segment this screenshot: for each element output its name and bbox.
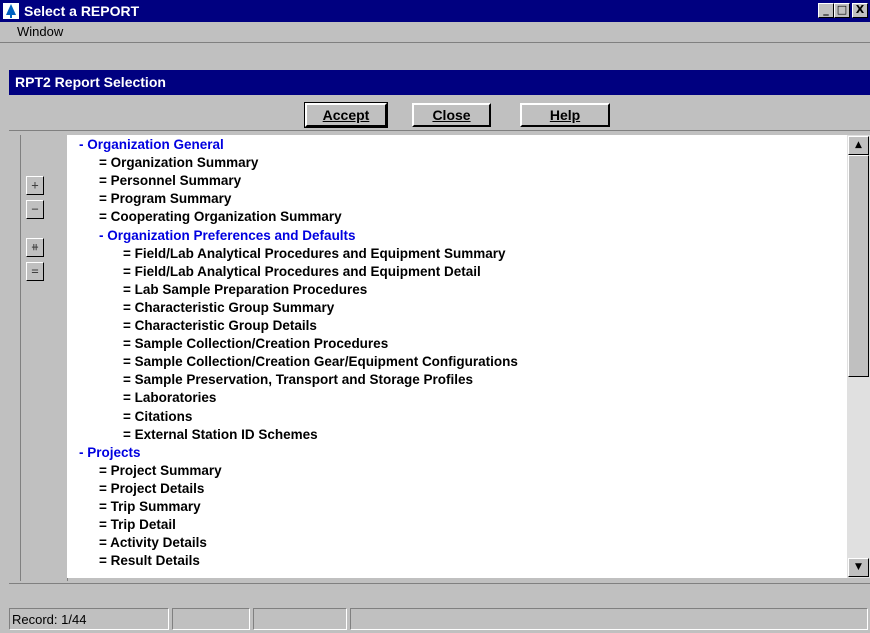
sheet-title-bar: RPT2 Report Selection	[9, 70, 870, 95]
scroll-down-icon[interactable]: ▼	[848, 558, 869, 577]
sheet-title: RPT2 Report Selection	[15, 74, 166, 90]
expand-icon[interactable]: +	[26, 176, 44, 195]
tree-report-item[interactable]: = Organization Summary	[99, 154, 258, 172]
tree-report-item[interactable]: = Result Details	[99, 552, 200, 570]
minimize-button[interactable]: _	[818, 3, 834, 18]
tree-report-item[interactable]: = Sample Collection/Creation Procedures	[123, 335, 388, 353]
menu-bar: Window	[0, 22, 870, 43]
tree-report-item[interactable]: = Lab Sample Preparation Procedures	[123, 281, 367, 299]
tree-report-item[interactable]: = Project Details	[99, 480, 204, 498]
accept-button[interactable]: Accept	[304, 102, 388, 128]
tree-report-item[interactable]: = Sample Collection/Creation Gear/Equipm…	[123, 353, 518, 371]
collapse-icon[interactable]: −	[26, 200, 44, 219]
tree-report-item[interactable]: = Characteristic Group Details	[123, 317, 317, 335]
tree-report-item[interactable]: = Activity Details	[99, 534, 207, 552]
scroll-up-icon[interactable]: ▲	[848, 136, 869, 155]
collapse-all-icon[interactable]: =	[26, 262, 44, 281]
record-counter: Record: 1/44	[12, 612, 87, 627]
tree-report-item[interactable]: = Characteristic Group Summary	[123, 299, 334, 317]
status-cell-4	[350, 608, 868, 630]
tree-report-item[interactable]: = Field/Lab Analytical Procedures and Eq…	[123, 263, 481, 281]
horizontal-bar	[9, 583, 870, 602]
tree-report-item[interactable]: = Personnel Summary	[99, 172, 241, 190]
report-tree[interactable]: - Organization General = Organization Sum…	[67, 135, 847, 578]
tree-report-item[interactable]: = Sample Preservation, Transport and Sto…	[123, 371, 473, 389]
tree-report-item[interactable]: = External Station ID Schemes	[123, 426, 318, 444]
tree-group-header[interactable]: - Projects	[79, 444, 141, 462]
menu-window[interactable]: Window	[17, 24, 63, 39]
expand-all-icon[interactable]: ⧺	[26, 238, 44, 257]
status-cell-2	[172, 608, 250, 630]
tree-report-item[interactable]: = Field/Lab Analytical Procedures and Eq…	[123, 245, 505, 263]
tree-report-item[interactable]: = Trip Summary	[99, 498, 201, 516]
tree-report-item[interactable]: = Citations	[123, 408, 192, 426]
tree-report-item[interactable]: = Project Summary	[99, 462, 222, 480]
help-button[interactable]: Help	[520, 103, 610, 127]
app-tree-icon	[3, 3, 19, 19]
tree-group-header[interactable]: - Organization General	[79, 136, 224, 154]
tree-report-item[interactable]: = Program Summary	[99, 190, 231, 208]
close-button[interactable]: Close	[412, 103, 491, 127]
tree-group-header[interactable]: - Organization Preferences and Defaults	[99, 227, 356, 245]
tree-report-item[interactable]: = Cooperating Organization Summary	[99, 208, 342, 226]
tree-report-item[interactable]: = Laboratories	[123, 389, 216, 407]
window-title-bar[interactable]: Select a REPORT _ □ X	[0, 0, 870, 22]
maximize-button[interactable]: □	[834, 3, 850, 18]
status-cell-3	[253, 608, 347, 630]
window-title: Select a REPORT	[24, 3, 140, 19]
close-window-button[interactable]: X	[852, 3, 868, 18]
scroll-thumb[interactable]	[848, 155, 869, 377]
tree-report-item[interactable]: = Trip Detail	[99, 516, 176, 534]
